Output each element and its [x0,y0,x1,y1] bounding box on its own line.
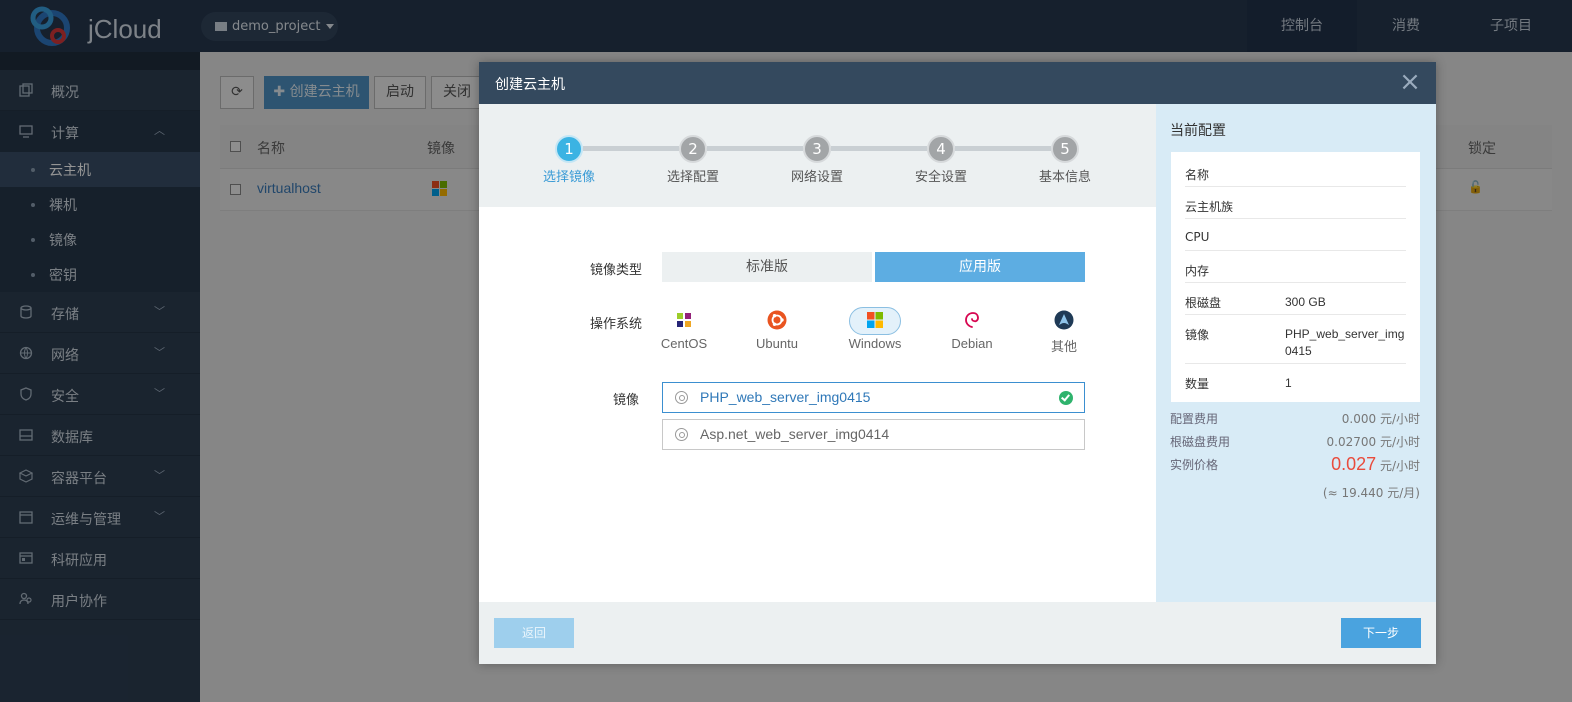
step-connector [955,146,1051,151]
config-title: 当前配置 [1170,123,1226,139]
os-option-centos[interactable]: CentOS [649,305,719,355]
dialog-title: 创建云主机 [495,77,565,93]
close-icon[interactable]: × [1396,68,1424,96]
step-4-label: 安全设置 [914,170,967,185]
windows-icon [867,312,883,328]
fee-value: 0.000 元/小时 [1341,412,1420,426]
os-name: 其他 [1050,339,1077,354]
disc-icon [675,428,688,441]
price-value-group: 0.027 元/小时 [1331,454,1420,475]
image-type-application[interactable]: 应用版 [875,252,1085,282]
step-1-circle: 1 [555,135,583,163]
os-name: Ubuntu [756,336,798,351]
config-row: 云主机族 [1185,187,1406,219]
config-key: 名称 [1185,168,1210,182]
os-label: 操作系统 [590,317,643,332]
config-row: 名称 [1185,155,1406,187]
step-2-label: 选择配置 [666,170,719,185]
image-type-label: 镜像类型 [590,263,643,278]
step-connector [831,146,927,151]
step-3-label: 网络设置 [790,170,843,185]
os-option-ubuntu[interactable]: Ubuntu [742,305,812,355]
step-5-label: 基本信息 [1038,170,1091,185]
debian-icon [965,312,979,328]
instance-price-row: 实例价格 0.027 元/小时 [1170,454,1420,486]
check-circle-icon [1059,391,1073,405]
os-name: CentOS [660,336,708,351]
config-row: 内存 [1185,251,1406,283]
config-row: 数量 1 [1185,364,1406,397]
ubuntu-icon [767,310,787,330]
config-key: 内存 [1185,264,1210,278]
arch-icon [1054,310,1074,330]
config-row: 根磁盘 300 GB [1185,283,1406,315]
step-4-circle: 4 [927,135,955,163]
image-name: Asp.net_web_server_img0414 [700,426,890,442]
price-unit: 元/小时 [1379,459,1420,473]
image-option-aspnet[interactable]: Asp.net_web_server_img0414 [662,419,1085,450]
os-option-windows[interactable]: Windows [840,305,910,355]
config-table: 名称 云主机族 CPU 内存 根磁盘 300 GB 镜像 PHP_web_ser… [1171,152,1420,402]
config-value: PHP_web_server_img0415 [1285,327,1405,358]
image-option-php[interactable]: PHP_web_server_img0415 [662,382,1085,413]
disk-fee-row: 根磁盘费用 0.02700 元/小时 [1170,433,1420,450]
image-name: PHP_web_server_img0415 [700,389,871,405]
config-value: 300 GB [1285,295,1326,309]
step-connector [583,146,679,151]
dialog-footer: 返回 下一步 [479,602,1436,664]
dialog-header: 创建云主机 × [479,62,1436,104]
monthly-price: (≈ 19.440 元/月) [1322,486,1420,500]
step-1-label: 选择镜像 [542,170,595,185]
config-fee-row: 配置费用 0.000 元/小时 [1170,410,1420,427]
os-option-other[interactable]: 其他 [1029,305,1099,355]
os-option-debian[interactable]: Debian [937,305,1007,355]
os-name: Debian [951,336,993,351]
step-connector [707,146,803,151]
fee-label: 实例价格 [1170,458,1219,472]
step-3-circle: 3 [803,135,831,163]
config-key: 根磁盘 [1185,296,1222,310]
current-config-panel: 当前配置 名称 云主机族 CPU 内存 根磁盘 300 GB 镜像 PHP_we… [1156,104,1436,602]
fee-value: 0.02700 元/小时 [1326,435,1420,449]
fee-label: 配置费用 [1170,412,1219,426]
wizard-steps: 1 2 3 4 5 选择镜像 选择配置 网络设置 安全设置 基本信息 [479,104,1156,207]
config-key: 云主机族 [1185,200,1234,214]
step-2-circle: 2 [679,135,707,163]
centos-icon [677,313,691,327]
config-key: 数量 [1185,377,1210,391]
config-value: 1 [1285,376,1292,390]
instance-price: 0.027 [1331,454,1377,474]
next-button[interactable]: 下一步 [1341,618,1421,648]
image-type-standard[interactable]: 标准版 [662,252,872,282]
create-vm-dialog: 创建云主机 × 1 2 3 4 5 选择镜像 选择配置 网络设置 安全设置 基本… [479,62,1436,664]
disc-icon [675,391,688,404]
config-key: CPU [1185,230,1210,244]
config-key: 镜像 [1185,328,1210,342]
image-label: 镜像 [613,393,640,408]
back-button[interactable]: 返回 [494,618,574,648]
step-5-circle: 5 [1051,135,1079,163]
config-row: CPU [1185,219,1406,251]
os-name: Windows [848,336,902,351]
config-row: 镜像 PHP_web_server_img0415 [1185,315,1406,364]
fee-label: 根磁盘费用 [1170,435,1231,449]
